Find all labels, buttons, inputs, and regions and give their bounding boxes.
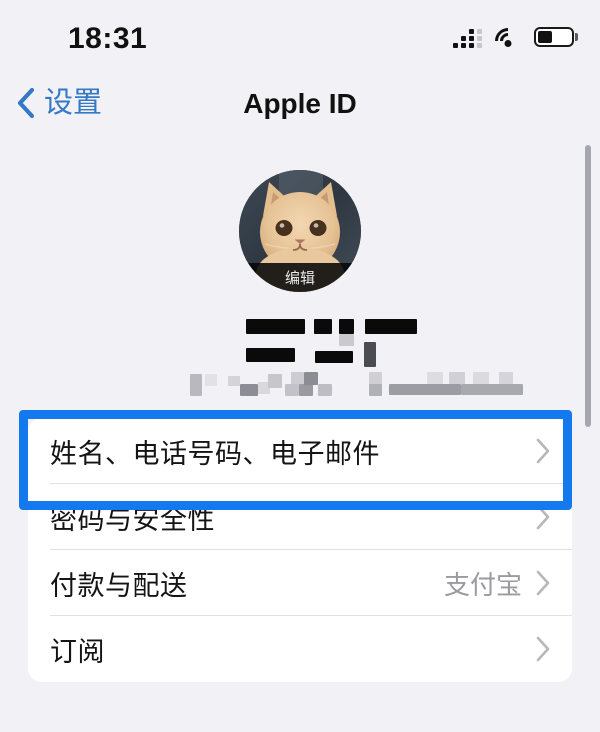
redaction-block — [364, 342, 376, 367]
row-value: 支付宝 — [443, 569, 522, 600]
vertical-scrollbar[interactable] — [585, 145, 591, 427]
redaction-block — [299, 384, 313, 396]
redaction-block — [240, 384, 258, 396]
row-label: 姓名、电话号码、电子邮件 — [50, 438, 380, 469]
redaction-block — [427, 372, 443, 384]
row-password-security[interactable]: 密码与安全性 — [28, 484, 572, 550]
battery-icon — [534, 27, 578, 47]
redaction-block — [389, 384, 461, 395]
row-subscriptions[interactable]: 订阅 — [28, 616, 572, 682]
redaction-block — [304, 372, 318, 385]
avatar-container[interactable]: 编辑 — [239, 170, 361, 292]
redaction-block — [246, 319, 305, 334]
redaction-block — [314, 319, 332, 334]
avatar-edit-label[interactable]: 编辑 — [239, 263, 361, 292]
chevron-right-icon — [536, 570, 550, 596]
redaction-block — [205, 374, 217, 386]
redaction-block — [369, 384, 382, 396]
row-name-phone-email[interactable]: 姓名、电话号码、电子邮件 — [28, 418, 572, 484]
redaction-block — [285, 384, 299, 396]
redacted-identity — [0, 306, 600, 398]
status-bar-indicators — [453, 22, 578, 60]
redaction-block — [499, 372, 513, 384]
row-label: 密码与安全性 — [50, 504, 215, 535]
chevron-right-icon — [536, 636, 550, 662]
navigation-bar: 设置 Apple ID — [0, 72, 600, 140]
redaction-block — [228, 376, 240, 386]
redaction-block — [318, 384, 332, 396]
redaction-block — [315, 351, 353, 363]
redaction-block — [246, 348, 295, 362]
page-title: Apple ID — [243, 88, 357, 119]
status-bar-time: 18:31 — [68, 22, 148, 55]
settings-list-card: 姓名、电话号码、电子邮件 密码与安全性 付款与配送 支付宝 订阅 — [28, 418, 572, 682]
redaction-block — [190, 374, 202, 396]
chevron-right-icon — [536, 438, 550, 464]
wifi-icon — [489, 22, 527, 60]
chevron-right-icon — [536, 504, 550, 530]
redaction-block — [339, 319, 354, 334]
row-label: 订阅 — [50, 636, 105, 667]
avatar[interactable]: 编辑 — [239, 170, 361, 292]
status-bar: 18:31 — [0, 0, 600, 72]
redaction-block — [365, 319, 417, 334]
row-label: 付款与配送 — [50, 570, 188, 601]
redaction-block — [449, 372, 465, 384]
redaction-block — [339, 334, 354, 346]
redaction-block — [473, 372, 489, 384]
redaction-block — [461, 384, 523, 395]
apple-id-settings-screen: 18:31 设置 Apple ID 编辑 姓名、电话号码、电子邮件 密码与安全性… — [0, 0, 600, 732]
row-payment-shipping[interactable]: 付款与配送 支付宝 — [28, 550, 572, 616]
redaction-block — [268, 374, 282, 388]
cellular-signal-icon — [453, 26, 482, 48]
